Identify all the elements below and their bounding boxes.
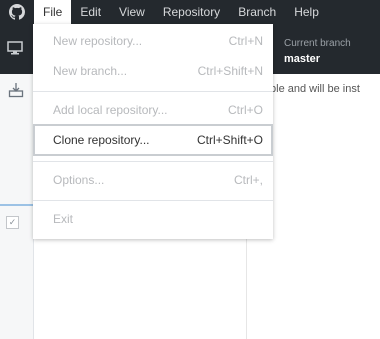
menu-separator: [33, 161, 273, 162]
menu-file[interactable]: File: [34, 0, 72, 24]
menu-item-add-local-repository[interactable]: Add local repository... Ctrl+O: [33, 94, 273, 126]
menu-item-exit[interactable]: Exit: [33, 203, 273, 235]
download-icon[interactable]: [8, 82, 24, 98]
menu-item-shortcut: Ctrl+N: [228, 34, 263, 48]
repository-toolbar-button[interactable]: [0, 24, 32, 74]
menu-help[interactable]: Help: [285, 0, 328, 24]
menu-separator: [33, 200, 273, 201]
menu-item-clone-repository[interactable]: Clone repository... Ctrl+Shift+O: [33, 124, 273, 156]
sidebar: ✓: [0, 74, 34, 339]
menu-separator: [33, 91, 273, 92]
menu-view[interactable]: View: [110, 0, 154, 24]
menu-item-shortcut: Ctrl+Shift+N: [197, 64, 263, 78]
update-notice-text: ilable and will be inst: [259, 83, 360, 95]
menu-item-new-repository[interactable]: New repository... Ctrl+N: [33, 25, 273, 57]
branch-name: master: [284, 53, 321, 65]
sidebar-divider: [0, 204, 33, 206]
monitor-icon: [7, 41, 23, 55]
file-menu-dropdown: New repository... Ctrl+N New branch... C…: [33, 24, 273, 239]
menu-item-label: New repository...: [53, 34, 143, 48]
menu-repository[interactable]: Repository: [154, 0, 229, 24]
menu-item-label: Exit: [53, 212, 74, 226]
menu-item-label: Add local repository...: [53, 103, 168, 117]
menu-item-label: New branch...: [53, 64, 128, 78]
menu-item-shortcut: Ctrl+O: [227, 103, 263, 117]
menu-branch[interactable]: Branch: [229, 0, 285, 24]
menu-item-label: Clone repository...: [53, 133, 150, 147]
menu-item-shortcut: Ctrl+,: [233, 173, 263, 187]
branch-label: Current branch: [284, 38, 351, 49]
menu-bar: File Edit View Repository Branch Help: [0, 0, 380, 24]
menu-item-options[interactable]: Options... Ctrl+,: [33, 164, 273, 196]
menu-edit[interactable]: Edit: [71, 0, 110, 24]
checkbox-icon[interactable]: ✓: [6, 216, 19, 229]
menu-item-new-branch[interactable]: New branch... Ctrl+Shift+N: [33, 55, 273, 87]
menu-item-shortcut: Ctrl+Shift+O: [196, 133, 263, 147]
github-octocat-icon: [0, 0, 34, 24]
menu-item-label: Options...: [53, 173, 105, 187]
